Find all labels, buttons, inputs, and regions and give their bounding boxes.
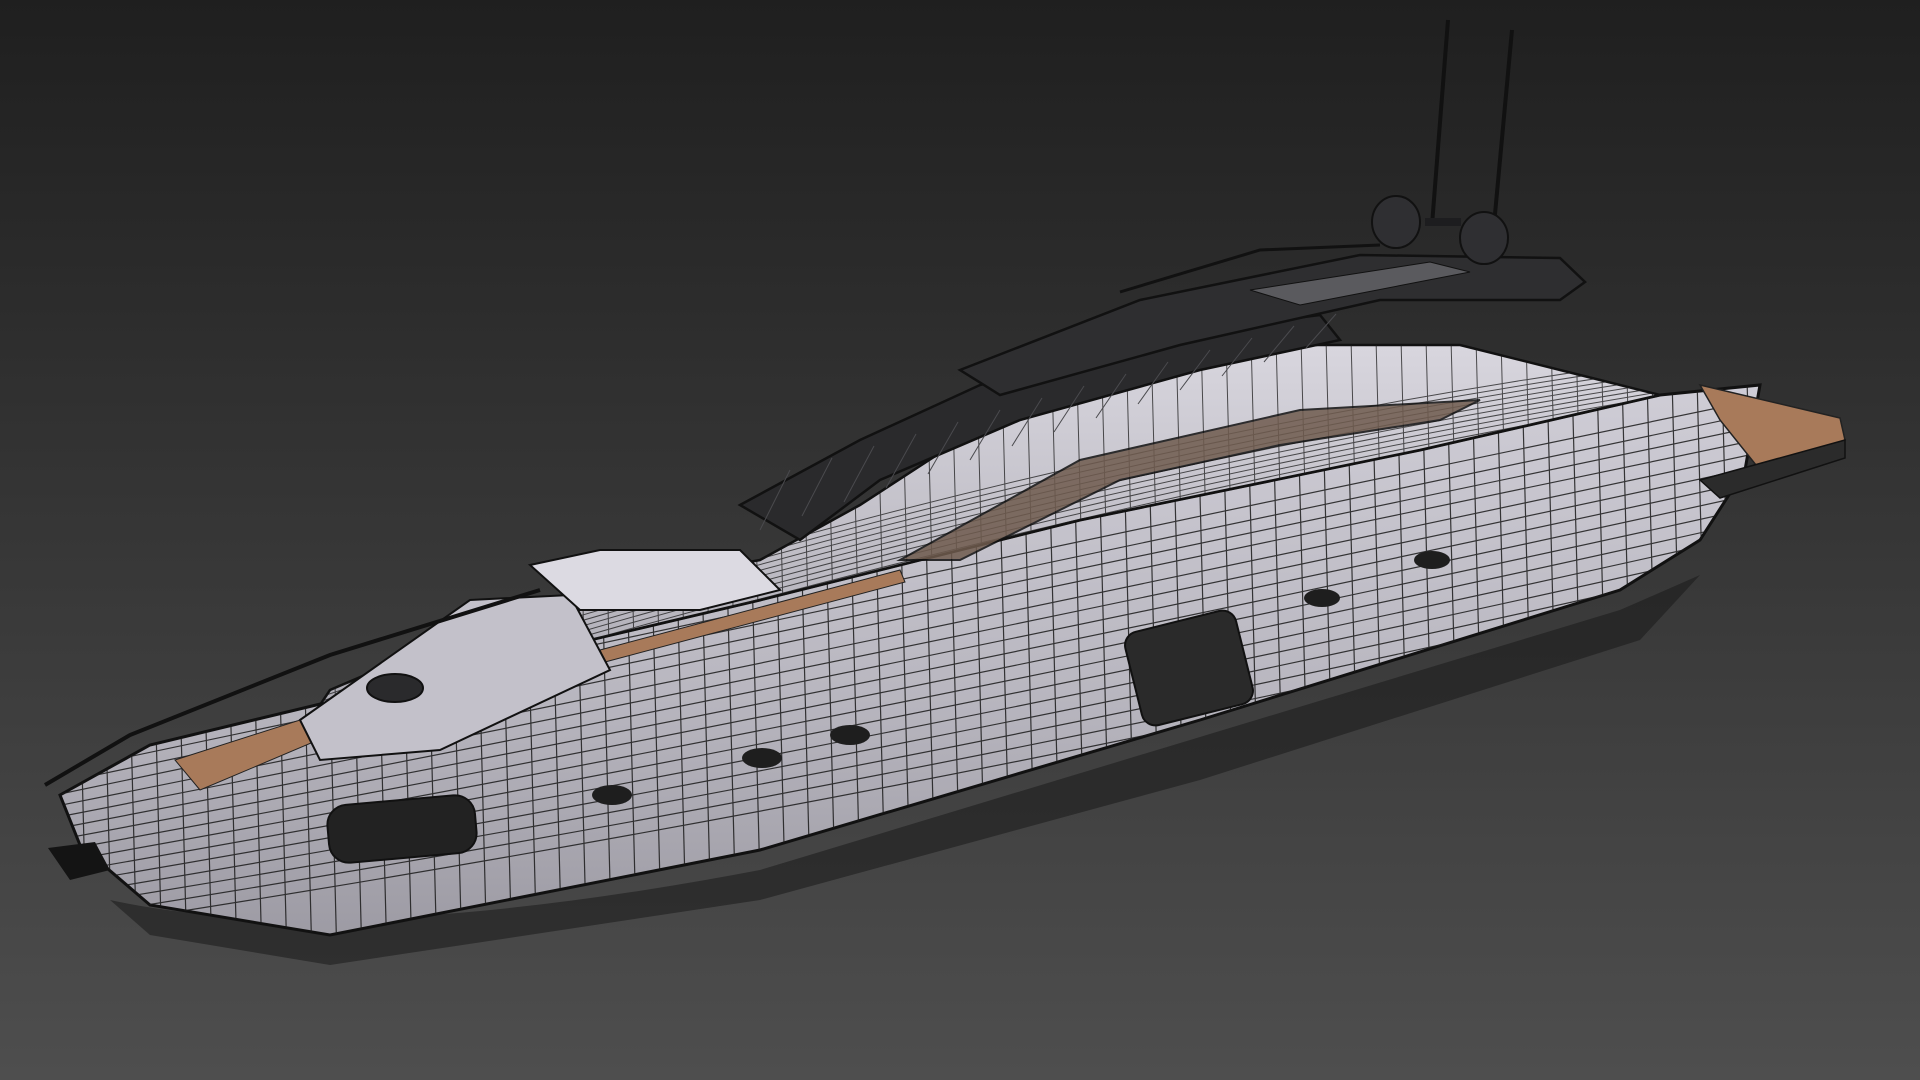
deck-hatch-port[interactable] xyxy=(366,673,424,703)
radome-left[interactable] xyxy=(1371,195,1421,249)
porthole-2 xyxy=(742,748,782,768)
hull-window-forward xyxy=(326,794,478,864)
3d-viewport[interactable] xyxy=(0,0,1920,1080)
porthole-5 xyxy=(1414,551,1450,569)
scene-canvas[interactable] xyxy=(0,0,1920,1080)
porthole-4 xyxy=(1304,589,1340,607)
porthole-1 xyxy=(592,785,632,805)
radome-right[interactable] xyxy=(1459,211,1509,265)
radar-bar xyxy=(1425,218,1461,226)
porthole-3 xyxy=(830,725,870,745)
